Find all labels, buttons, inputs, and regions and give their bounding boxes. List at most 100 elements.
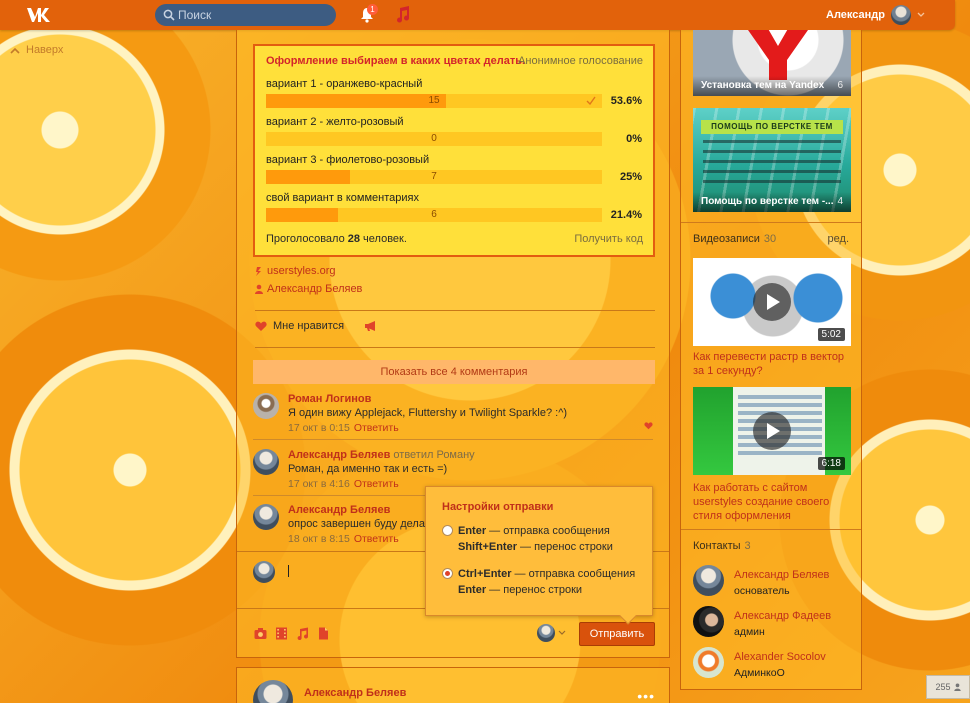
post-author-link[interactable]: Александр Беляев bbox=[255, 283, 362, 295]
comment-author[interactable]: Александр Беляев bbox=[288, 504, 390, 516]
play-icon bbox=[753, 412, 791, 450]
poll: Оформление выбираем в каких цветах делат… bbox=[253, 44, 655, 257]
theme-card-banner: ПОМОЩЬ ПО ВЕРСТКЕ ТЕМ bbox=[701, 120, 843, 134]
comment-avatar[interactable] bbox=[253, 504, 279, 530]
comment-meta: 17 окт в 4:16 Ответить bbox=[288, 478, 399, 490]
video-thumbnail[interactable]: 5:02 bbox=[693, 258, 851, 346]
poll-bar: 7 bbox=[266, 170, 602, 184]
comment-like-icon[interactable] bbox=[644, 422, 653, 430]
contact-name[interactable]: Александр Фадеев bbox=[734, 610, 831, 622]
yandex-logo-icon bbox=[748, 30, 808, 80]
music-icon[interactable] bbox=[395, 6, 411, 24]
comment-date: 18 окт в 8:15 bbox=[288, 533, 350, 545]
video-title[interactable]: Как перевести растр в вектор за 1 секунд… bbox=[693, 350, 853, 378]
like-button[interactable]: Мне нравится bbox=[255, 320, 378, 332]
videos-header[interactable]: Видеозаписи 30 bbox=[693, 233, 776, 245]
attach-toolbar bbox=[254, 627, 330, 640]
notifications-badge: 1 bbox=[367, 4, 378, 15]
source-link[interactable]: userstyles.org bbox=[255, 265, 335, 277]
contact-role: основатель bbox=[734, 585, 790, 597]
comment-reply-link[interactable]: Ответить bbox=[354, 533, 399, 545]
comment-avatar[interactable] bbox=[253, 449, 279, 475]
source-link-text: userstyles.org bbox=[267, 265, 336, 277]
poll-option[interactable]: свой вариант в комментариях 6 21.4% bbox=[266, 192, 642, 222]
theme-card-caption: Установка тем на Yandex 6 bbox=[693, 76, 851, 96]
contacts-header[interactable]: Контакты 3 bbox=[693, 540, 751, 552]
contact-item[interactable]: Александр Беляев основатель bbox=[693, 565, 853, 597]
contact-avatar bbox=[693, 606, 724, 637]
video-title[interactable]: Как работать с сайтом userstyles создани… bbox=[693, 481, 853, 523]
theme-card-title: Установка тем на Yandex bbox=[701, 80, 825, 91]
theme-card-yandex[interactable]: Установка тем на Yandex 6 bbox=[693, 30, 851, 96]
comment-author-name: Александр Беляев bbox=[288, 449, 391, 461]
get-code-link[interactable]: Получить код bbox=[574, 233, 643, 245]
user-menu[interactable]: Александр bbox=[826, 4, 925, 26]
poll-bar: 15 bbox=[266, 94, 602, 108]
checkmark-icon bbox=[586, 96, 596, 105]
audio-note-icon[interactable] bbox=[296, 627, 309, 640]
comment-date: 17 окт в 0:15 bbox=[288, 422, 350, 434]
shortcut-key: Enter bbox=[458, 525, 487, 537]
shortcut-desc: — перенос строки bbox=[486, 584, 583, 596]
poll-option-label: вариант 2 - желто-розовый bbox=[266, 116, 404, 128]
poll-option[interactable]: вариант 3 - фиолетово-розовый 7 25% bbox=[266, 154, 642, 184]
theme-card-help[interactable]: ПОМОЩЬ ПО ВЕРСТКЕ ТЕМ Помощь по верстке … bbox=[693, 108, 851, 212]
comment-reply-link[interactable]: Ответить bbox=[354, 422, 399, 434]
poll-option-count: 0 bbox=[431, 133, 437, 144]
divider bbox=[681, 222, 861, 223]
post-author[interactable]: Александр Беляев bbox=[304, 687, 406, 699]
vk-logo-icon[interactable] bbox=[26, 6, 52, 24]
user-icon bbox=[255, 284, 263, 294]
contact-item[interactable]: Александр Фадеев админ bbox=[693, 606, 853, 638]
contacts-label: Контакты bbox=[693, 540, 741, 552]
video-thumbnail[interactable]: 6:18 bbox=[693, 387, 851, 475]
poll-option-percent: 25% bbox=[619, 171, 642, 183]
comment-author[interactable]: Роман Логинов bbox=[288, 393, 371, 405]
contact-name[interactable]: Alexander Socolov bbox=[734, 651, 826, 663]
poll-option-percent: 53.6% bbox=[610, 95, 642, 107]
poll-option-percent: 21.4% bbox=[610, 209, 642, 221]
document-icon[interactable] bbox=[317, 627, 330, 640]
divider bbox=[255, 310, 655, 311]
comment-avatar[interactable] bbox=[253, 393, 279, 419]
post-author-name: Александр Беляев bbox=[267, 283, 363, 295]
show-all-comments-button[interactable]: Показать все 4 комментария bbox=[253, 360, 655, 384]
send-button[interactable]: Отправить bbox=[579, 622, 655, 646]
video-film-icon[interactable] bbox=[275, 627, 288, 640]
contact-name[interactable]: Александр Беляев bbox=[734, 569, 829, 581]
contact-item[interactable]: Alexander Socolov АдминкоО bbox=[693, 647, 853, 679]
radio-enter[interactable] bbox=[442, 525, 453, 536]
poll-option[interactable]: вариант 1 - оранжево-красный 15 53.6% bbox=[266, 78, 642, 108]
comment-text: Роман, да именно так и есть =) bbox=[288, 463, 448, 475]
online-count: 255 bbox=[935, 682, 951, 692]
right-sidebar: Установка тем на Yandex 6 ПОМОЩЬ ПО ВЕРС… bbox=[680, 30, 862, 690]
online-counter[interactable]: 255 bbox=[926, 675, 970, 699]
more-options-icon[interactable]: ••• bbox=[637, 688, 655, 703]
comment-author[interactable]: Александр Беляев ответил Роману bbox=[288, 449, 475, 461]
video-duration: 6:18 bbox=[817, 457, 845, 470]
chevron-down-icon bbox=[917, 12, 925, 17]
post-avatar[interactable] bbox=[253, 680, 293, 703]
theme-card-count: 6 bbox=[837, 80, 843, 91]
scroll-up-link[interactable]: Наверх bbox=[10, 44, 63, 56]
comment-meta: 18 окт в 8:15 Ответить bbox=[288, 533, 399, 545]
like-label: Мне нравится bbox=[273, 320, 345, 332]
poll-option[interactable]: вариант 2 - желто-розовый 0 0% bbox=[266, 116, 642, 146]
poll-option-count: 15 bbox=[428, 95, 440, 106]
poll-bar: 6 bbox=[266, 208, 602, 222]
search-input[interactable]: Поиск bbox=[155, 4, 336, 26]
poll-voted-suffix: человек. bbox=[360, 233, 407, 245]
radio-ctrl-enter[interactable] bbox=[442, 568, 453, 579]
poll-option-percent: 0% bbox=[626, 133, 642, 145]
next-post: Александр Беляев ••• bbox=[236, 667, 670, 703]
theme-card-text-lines bbox=[703, 140, 841, 190]
comment-reply-to: ответил Роману bbox=[390, 449, 475, 461]
poll-voted-total: Проголосовало 28 человек. bbox=[266, 233, 407, 245]
play-icon bbox=[753, 283, 791, 321]
post-as-selector[interactable] bbox=[537, 624, 566, 642]
share-megaphone-icon[interactable] bbox=[364, 320, 378, 332]
comment-input[interactable] bbox=[288, 565, 289, 577]
comment-reply-link[interactable]: Ответить bbox=[354, 478, 399, 490]
videos-edit-link[interactable]: ред. bbox=[828, 233, 849, 245]
camera-icon[interactable] bbox=[254, 627, 267, 640]
